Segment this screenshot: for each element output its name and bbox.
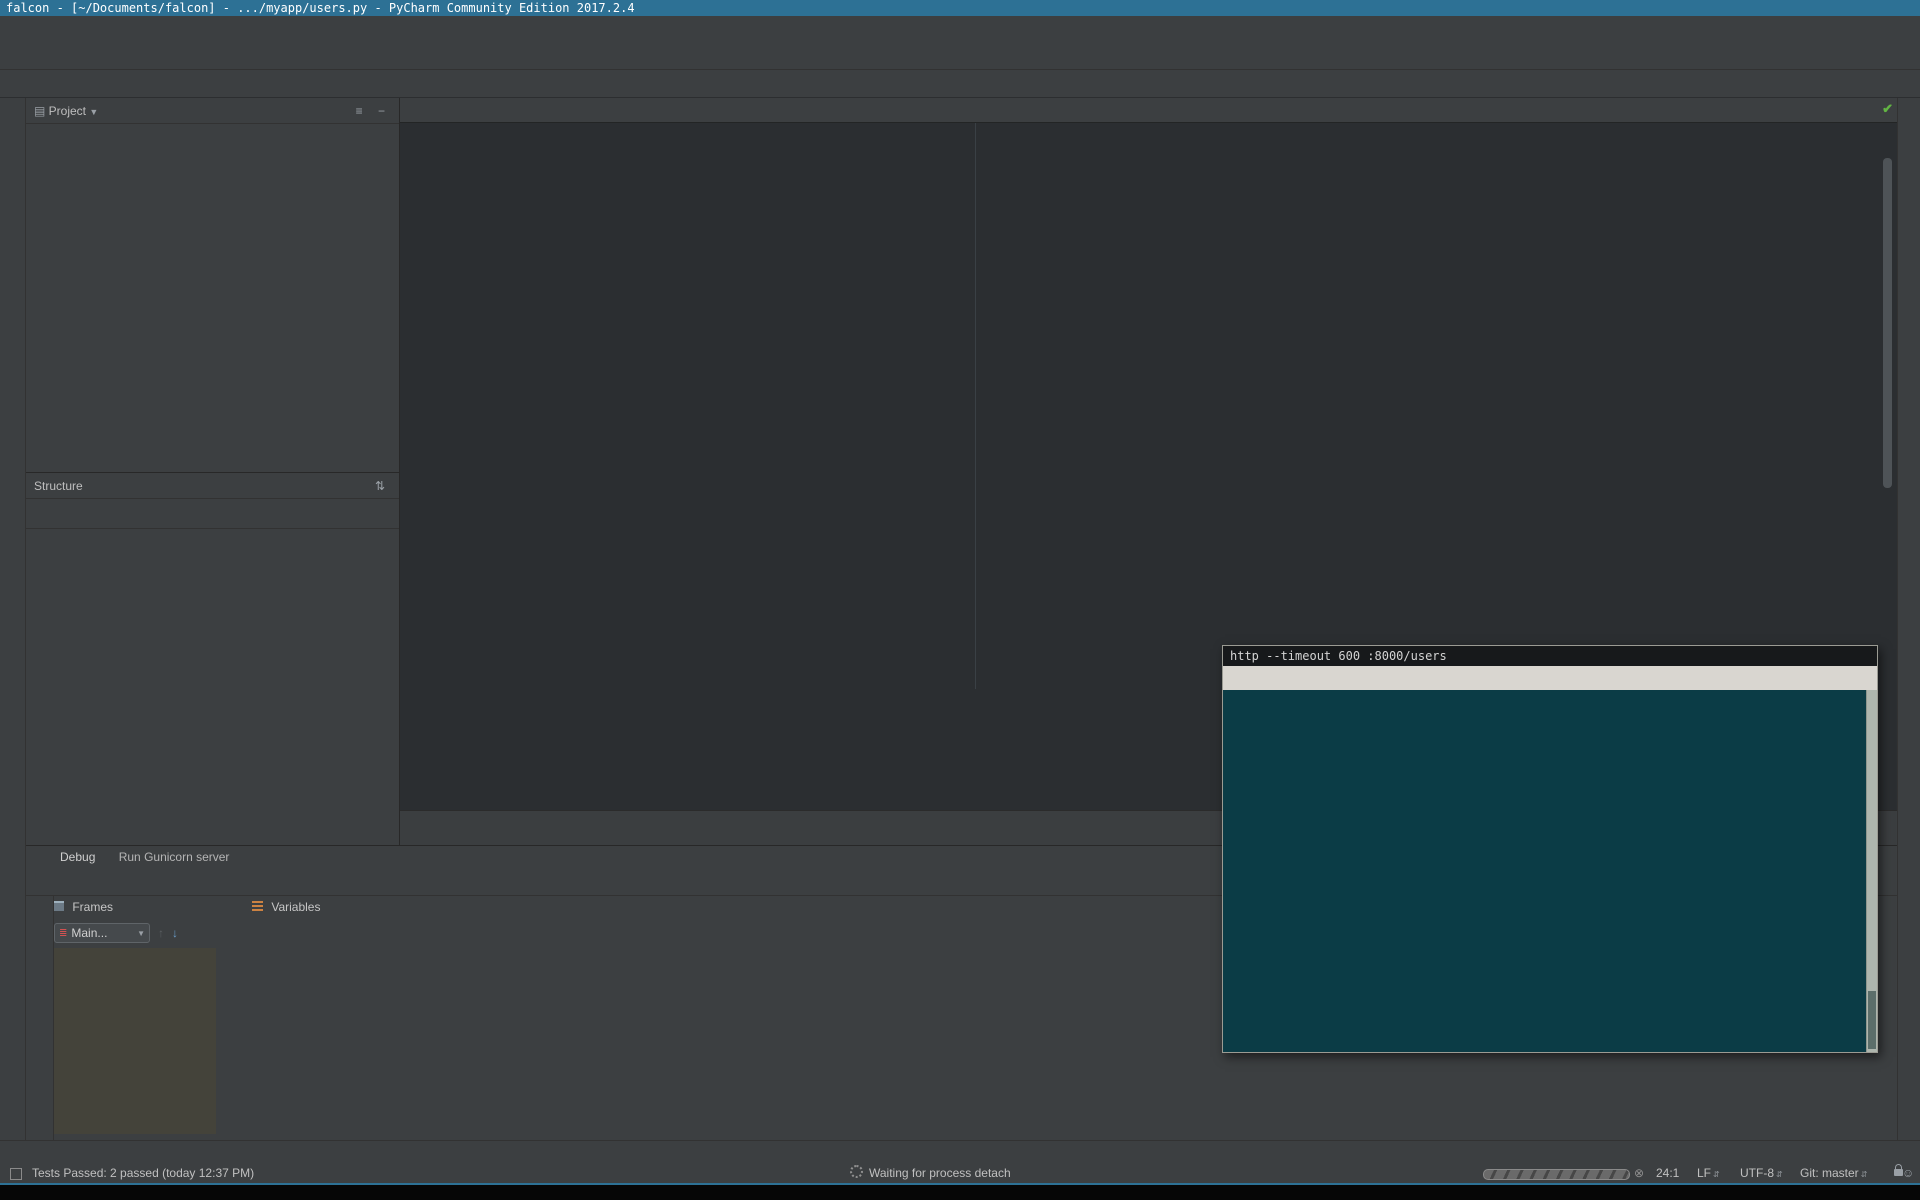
- variables-title: Variables: [271, 900, 320, 914]
- line-ending[interactable]: LF⇵: [1697, 1163, 1720, 1185]
- thread-selector[interactable]: ≣ Main... ▼: [54, 923, 150, 943]
- caret-position[interactable]: 24:1: [1656, 1163, 1679, 1183]
- toolwindow-toggle-icon[interactable]: [10, 1168, 22, 1180]
- frame-down-icon[interactable]: ↓: [172, 926, 178, 940]
- frames-title: Frames: [72, 900, 113, 914]
- structure-panel: Structure ⇅: [26, 472, 400, 845]
- project-panel-title: Project: [49, 104, 86, 118]
- system-taskbar: [0, 1185, 1920, 1200]
- frames-panel: Frames ≣ Main... ▼ ↑ ↓: [54, 896, 216, 1140]
- variables-icon: [252, 901, 263, 911]
- debug-run-config-label: Run Gunicorn server: [119, 850, 230, 864]
- project-panel-icon: ▤: [34, 104, 49, 118]
- git-branch[interactable]: Git: master⇵: [1800, 1163, 1867, 1185]
- stop-progress-icon[interactable]: ⊗: [1634, 1163, 1644, 1183]
- project-panel-header[interactable]: ▤ Project ▼ ≡ −: [26, 98, 399, 124]
- debug-left-toolbar: [26, 896, 54, 1140]
- main-toolbar: [0, 38, 1920, 70]
- structure-panel-header[interactable]: Structure ⇅: [26, 473, 399, 499]
- tool-window-bar: [0, 1140, 1920, 1163]
- terminal-window[interactable]: http --timeout 600 :8000/users: [1222, 645, 1878, 1053]
- frame-up-icon[interactable]: ↑: [158, 926, 164, 940]
- thread-icon: ≣: [59, 928, 67, 939]
- terminal-scrollbar[interactable]: [1866, 690, 1877, 1052]
- encoding[interactable]: UTF-8⇵: [1740, 1163, 1783, 1185]
- process-status: Waiting for process detach: [869, 1166, 1011, 1180]
- structure-toolbar: [26, 499, 399, 529]
- editor-scrollbar[interactable]: [1883, 158, 1892, 488]
- breadcrumb: [0, 70, 1920, 98]
- right-tool-stripe: [1897, 98, 1920, 1140]
- editor-tabs: [400, 98, 1897, 123]
- watches-toolbar: [222, 896, 246, 1140]
- left-tool-stripe: [0, 98, 26, 1140]
- terminal-menu: [1223, 666, 1877, 690]
- progress-bar: [1483, 1169, 1630, 1180]
- inspections-ok-icon[interactable]: ✔: [1882, 101, 1893, 117]
- menu-bar: [0, 16, 1920, 38]
- structure-panel-title: Structure: [34, 479, 83, 493]
- structure-expand-icon[interactable]: ⇅: [375, 473, 391, 499]
- debug-panel-title: Debug: [60, 850, 95, 864]
- spinner-icon: [850, 1165, 863, 1178]
- right-margin-guide: [975, 123, 976, 689]
- frames-icon: [54, 901, 64, 911]
- project-panel-actions[interactable]: ≡ −: [356, 98, 391, 124]
- pycharm-window: falcon - [~/Documents/falcon] - .../myap…: [0, 0, 1920, 1200]
- window-title: falcon - [~/Documents/falcon] - .../myap…: [0, 0, 1920, 16]
- tests-status[interactable]: Tests Passed: 2 passed (today 12:37 PM): [32, 1163, 254, 1183]
- terminal-output[interactable]: [1223, 690, 1866, 1052]
- terminal-title[interactable]: http --timeout 600 :8000/users: [1223, 646, 1877, 666]
- project-panel: ▤ Project ▼ ≡ −: [26, 98, 400, 472]
- status-bar: Tests Passed: 2 passed (today 12:37 PM) …: [0, 1163, 1920, 1183]
- hector-icon[interactable]: ☺: [1902, 1163, 1914, 1183]
